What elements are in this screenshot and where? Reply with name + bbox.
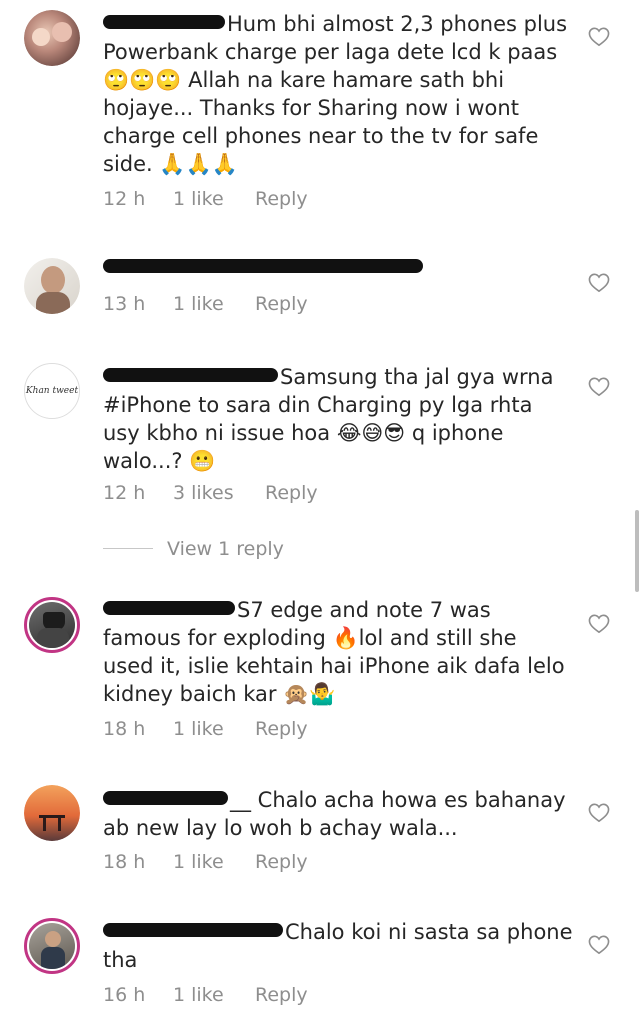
redacted-username [103,259,423,273]
comment-text: __ Chalo acha howa es bahanay ab new lay… [103,786,573,842]
avatar[interactable] [24,785,80,841]
view-replies-label: View 1 reply [167,538,284,560]
redacted-username [103,923,283,937]
comment-likes[interactable]: 1 like [173,188,255,210]
comment-meta: 13 h 1 like Reply [103,293,308,315]
redacted-username [103,601,235,615]
reply-button[interactable]: Reply [255,188,308,210]
comment-likes[interactable]: 1 like [173,851,255,873]
comment-meta: 18 h 1 like Reply [103,718,308,740]
heart-outline-icon[interactable] [588,377,610,397]
scrollbar[interactable] [635,510,639,592]
comment-meta: 12 h 3 likes Reply [103,482,318,504]
comment-time: 12 h [103,188,146,210]
reply-button[interactable]: Reply [255,293,308,315]
comment-text [103,254,573,282]
comment-text: S7 edge and note 7 was famous for explod… [103,596,573,708]
comment-text: Hum bhi almost 2,3 phones plus Powerbank… [103,10,573,178]
redacted-username [103,368,278,382]
comment-likes[interactable]: 1 like [173,293,255,315]
redacted-username [103,791,228,805]
reply-button[interactable]: Reply [265,482,318,504]
avatar[interactable]: Khan tweet [24,363,80,419]
comment-likes[interactable]: 1 like [173,718,255,740]
redacted-username [103,15,225,29]
comment-text: Samsung tha jal gya wrna #iPhone to sara… [103,363,573,475]
reply-button[interactable]: Reply [255,984,308,1006]
comment-time: 12 h [103,482,146,504]
comment-likes[interactable]: 1 like [173,984,255,1006]
divider-line [103,548,153,549]
heart-outline-icon[interactable] [588,27,610,47]
view-replies-button[interactable]: View 1 reply [103,538,284,560]
comment-text: Chalo koi ni sasta sa phone tha [103,918,573,974]
comment-time: 18 h [103,718,146,740]
avatar-logo-text: Khan tweet [25,386,79,396]
avatar[interactable] [24,258,80,314]
avatar[interactable] [24,10,80,66]
comment-likes[interactable]: 3 likes [173,482,265,504]
comment-meta: 18 h 1 like Reply [103,851,308,873]
heart-outline-icon[interactable] [588,273,610,293]
comment-meta: 12 h 1 like Reply [103,188,308,210]
comment-meta: 16 h 1 like Reply [103,984,308,1006]
reply-button[interactable]: Reply [255,851,308,873]
comment-time: 13 h [103,293,146,315]
reply-button[interactable]: Reply [255,718,308,740]
heart-outline-icon[interactable] [588,803,610,823]
comment-body: Hum bhi almost 2,3 phones plus Powerbank… [103,12,568,176]
comment-time: 16 h [103,984,146,1006]
heart-outline-icon[interactable] [588,614,610,634]
avatar[interactable] [24,918,80,974]
heart-outline-icon[interactable] [588,935,610,955]
avatar[interactable] [24,597,80,653]
comment-time: 18 h [103,851,146,873]
